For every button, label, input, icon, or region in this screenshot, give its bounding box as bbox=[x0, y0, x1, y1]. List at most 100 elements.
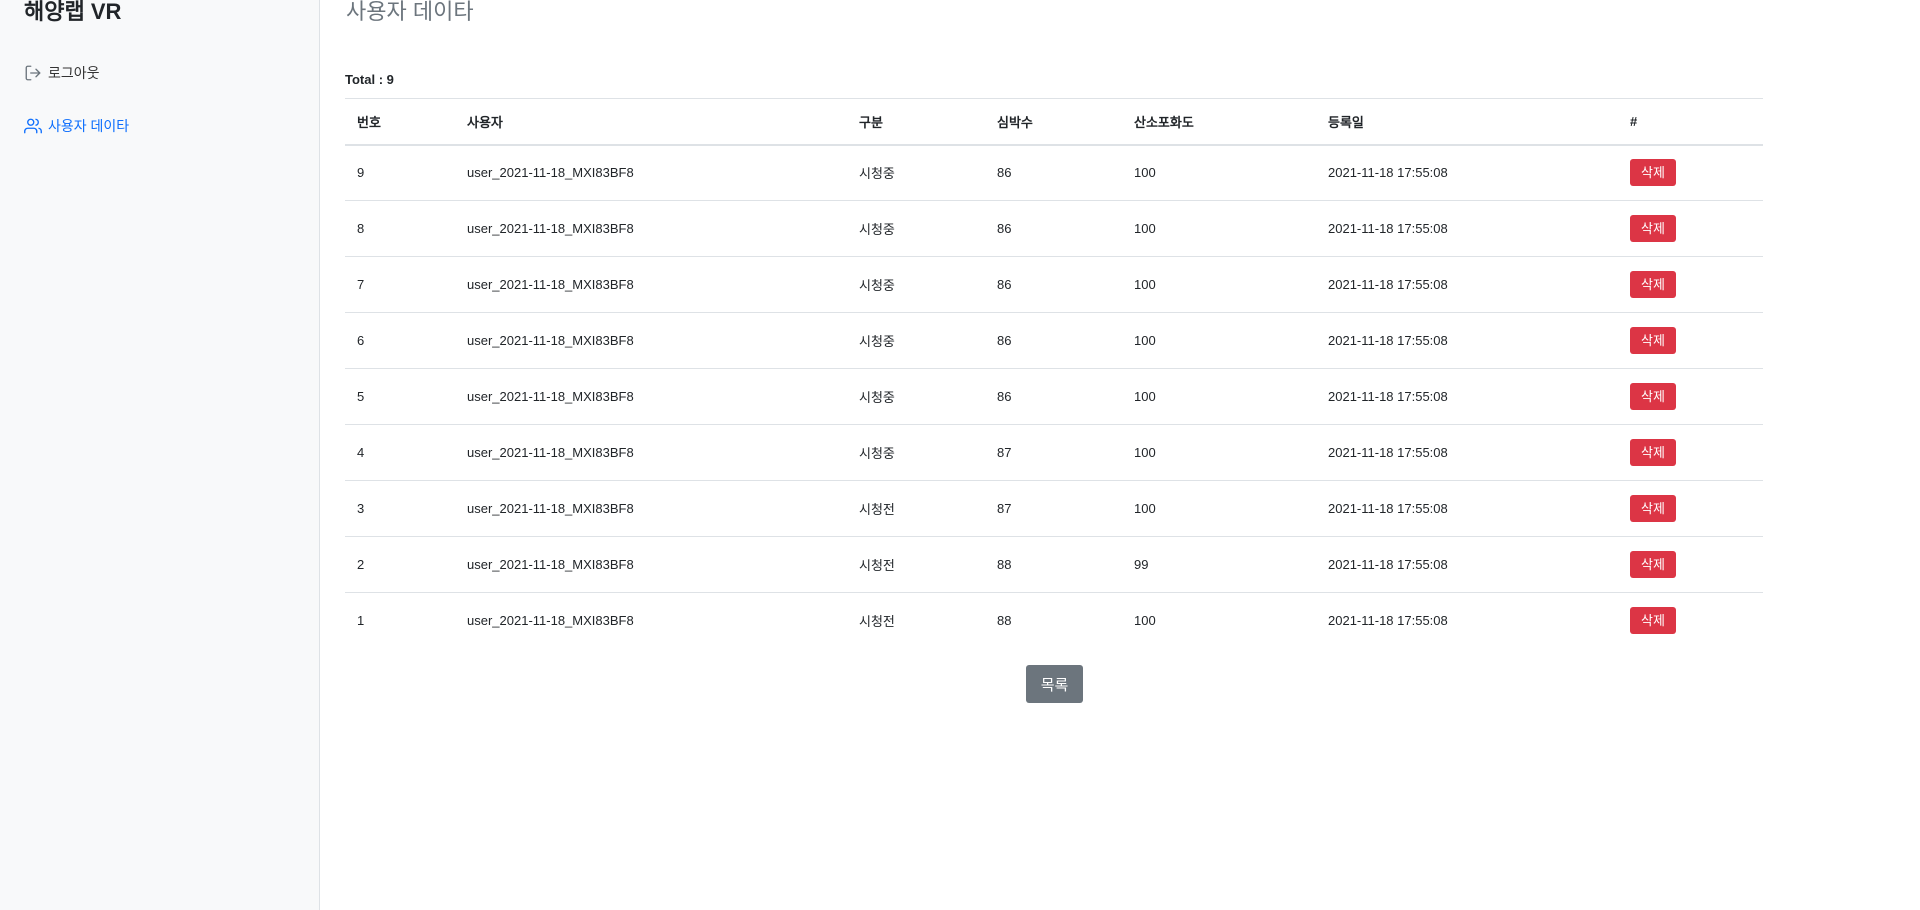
cell-action: 삭제 bbox=[1618, 256, 1763, 313]
cell-type: 시청중 bbox=[847, 256, 985, 313]
cell-type: 시청전 bbox=[859, 614, 895, 630]
sidebar: 해양랩 VR 로그아웃 사용자 데이타 bbox=[0, 0, 320, 910]
cell-user: user_2021-11-18_MXI83BF8 bbox=[455, 312, 847, 369]
cell-user: user_2021-11-18_MXI83BF8 bbox=[455, 480, 847, 537]
cell-oxygen-saturation: 100 bbox=[1122, 312, 1316, 369]
table-row: 5 user_2021-11-18_MXI83BF8 시청중 86 100 20… bbox=[345, 368, 1763, 425]
cell-type: 시청중 bbox=[847, 144, 985, 201]
cell-user: user_2021-11-18_MXI83BF8 bbox=[455, 424, 847, 481]
cell-oxygen-saturation: 100 bbox=[1122, 256, 1316, 313]
list-button[interactable]: 목록 bbox=[1026, 665, 1083, 703]
cell-no: 4 bbox=[345, 424, 455, 481]
cell-heart-rate: 86 bbox=[985, 144, 1122, 201]
cell-user: user_2021-11-18_MXI83BF8 bbox=[455, 200, 847, 257]
cell-action: 삭제 bbox=[1618, 480, 1763, 537]
delete-button[interactable]: 삭제 bbox=[1630, 383, 1676, 410]
cell-type: 시청중 bbox=[847, 368, 985, 425]
cell-action: 삭제 bbox=[1618, 144, 1763, 201]
cell-type: 시청전 bbox=[847, 480, 985, 537]
cell-heart-rate: 86 bbox=[985, 256, 1122, 313]
cell-oxygen-saturation: 100 bbox=[1122, 424, 1316, 481]
cell-type: 시청중 bbox=[847, 312, 985, 369]
cell-date: 2021-11-18 17:55:08 bbox=[1316, 536, 1618, 593]
cell-type: 시청중 bbox=[847, 424, 985, 481]
user-data-table: 번호 사용자 구분 심박수 산소포화도 등록일 # 9 user_2021-11… bbox=[345, 98, 1763, 649]
cell-user: user_2021-11-18_MXI83BF8 bbox=[455, 536, 847, 593]
cell-type: 시청전 bbox=[847, 536, 985, 593]
cell-user: user_2021-11-18_MXI83BF8 bbox=[455, 368, 847, 425]
cell-no: 7 bbox=[345, 256, 455, 313]
cell-no: 6 bbox=[345, 312, 455, 369]
cell-date: 2021-11-18 17:55:08 bbox=[1328, 613, 1448, 629]
cell-date: 2021-11-18 17:55:08 bbox=[1316, 200, 1618, 257]
delete-button[interactable]: 삭제 bbox=[1630, 271, 1676, 298]
cell-action: 삭제 bbox=[1618, 312, 1763, 369]
column-header-type: 구분 bbox=[847, 98, 985, 146]
delete-button[interactable]: 삭제 bbox=[1630, 327, 1676, 354]
cell-type: 시청중 bbox=[847, 200, 985, 257]
sidebar-item-label: 사용자 데이타 bbox=[48, 118, 130, 134]
cell-action: 삭제 bbox=[1618, 424, 1763, 481]
cell-action: 삭제 bbox=[1618, 368, 1763, 425]
cell-user: user_2021-11-18_MXI83BF8 bbox=[455, 256, 847, 313]
cell-heart-rate: 87 bbox=[985, 424, 1122, 481]
column-header-heart-rate: 심박수 bbox=[985, 98, 1122, 146]
cell-no: 8 bbox=[345, 200, 455, 257]
cell-date: 2021-11-18 17:55:08 bbox=[1316, 368, 1618, 425]
table-header-row: 번호 사용자 구분 심박수 산소포화도 등록일 # bbox=[345, 98, 1763, 146]
cell-oxygen-saturation: 100 bbox=[1122, 480, 1316, 537]
cell-oxygen-saturation: 99 bbox=[1122, 536, 1316, 593]
cell-heart-rate: 86 bbox=[985, 312, 1122, 369]
page-title: 사용자 데이타 bbox=[346, 0, 474, 24]
cell-user: user_2021-11-18_MXI83BF8 bbox=[467, 613, 634, 629]
sidebar-item-user-data[interactable]: 사용자 데이타 bbox=[24, 116, 129, 136]
cell-date: 2021-11-18 17:55:08 bbox=[1316, 480, 1618, 537]
delete-button[interactable]: 삭제 bbox=[1630, 439, 1676, 466]
cell-heart-rate: 86 bbox=[985, 368, 1122, 425]
cell-heart-rate: 87 bbox=[985, 480, 1122, 537]
column-header-action: # bbox=[1618, 98, 1763, 146]
cell-oxygen-saturation: 100 bbox=[1122, 200, 1316, 257]
column-header-date: 등록일 bbox=[1316, 98, 1618, 146]
cell-heart-rate: 86 bbox=[985, 200, 1122, 257]
table-row: 1 user_2021-11-18_MXI83BF8 시청전 88 100 20… bbox=[345, 593, 1763, 649]
cell-date: 2021-11-18 17:55:08 bbox=[1316, 424, 1618, 481]
cell-no: 2 bbox=[345, 536, 455, 593]
logout-icon bbox=[24, 64, 42, 82]
cell-date: 2021-11-18 17:55:08 bbox=[1316, 312, 1618, 369]
users-icon bbox=[24, 117, 42, 135]
cell-no: 9 bbox=[345, 144, 455, 201]
delete-button[interactable]: 삭제 bbox=[1630, 551, 1676, 578]
cell-action: 삭제 bbox=[1618, 200, 1763, 257]
user-data-table-wrapper: 번호 사용자 구분 심박수 산소포화도 등록일 # 9 user_2021-11… bbox=[345, 98, 1763, 649]
table-row: 9 user_2021-11-18_MXI83BF8 시청중 86 100 20… bbox=[345, 144, 1763, 201]
delete-button[interactable]: 삭제 bbox=[1630, 159, 1676, 187]
cell-no: 3 bbox=[345, 480, 455, 537]
cell-heart-rate: 88 bbox=[997, 613, 1012, 629]
column-header-user: 사용자 bbox=[455, 98, 847, 146]
table-row: 4 user_2021-11-18_MXI83BF8 시청중 87 100 20… bbox=[345, 424, 1763, 481]
cell-oxygen-saturation: 100 bbox=[1122, 144, 1316, 201]
delete-button[interactable]: 삭제 bbox=[1630, 495, 1676, 522]
cell-user: user_2021-11-18_MXI83BF8 bbox=[455, 144, 847, 201]
delete-button[interactable]: 삭제 bbox=[1630, 607, 1676, 635]
table-row: 7 user_2021-11-18_MXI83BF8 시청중 86 100 20… bbox=[345, 256, 1763, 313]
delete-button[interactable]: 삭제 bbox=[1630, 215, 1676, 242]
cell-date: 2021-11-18 17:55:08 bbox=[1316, 256, 1618, 313]
column-header-no: 번호 bbox=[345, 98, 455, 146]
sidebar-item-label: 로그아웃 bbox=[48, 65, 100, 81]
table-row: 3 user_2021-11-18_MXI83BF8 시청전 87 100 20… bbox=[345, 480, 1763, 537]
column-header-oxygen-saturation: 산소포화도 bbox=[1122, 98, 1316, 146]
table-row: 6 user_2021-11-18_MXI83BF8 시청중 86 100 20… bbox=[345, 312, 1763, 369]
cell-oxygen-saturation: 100 bbox=[1134, 613, 1156, 629]
sidebar-item-logout[interactable]: 로그아웃 bbox=[24, 63, 100, 83]
cell-no: 1 bbox=[357, 613, 365, 629]
table-row: 8 user_2021-11-18_MXI83BF8 시청중 86 100 20… bbox=[345, 200, 1763, 257]
total-count: Total : 9 bbox=[345, 72, 394, 87]
cell-heart-rate: 88 bbox=[985, 536, 1122, 593]
cell-date: 2021-11-18 17:55:08 bbox=[1316, 144, 1618, 201]
cell-action: 삭제 bbox=[1618, 536, 1763, 593]
cell-oxygen-saturation: 100 bbox=[1122, 368, 1316, 425]
cell-action: 삭제 bbox=[1618, 593, 1763, 649]
brand-title: 해양랩 VR bbox=[24, 0, 122, 24]
